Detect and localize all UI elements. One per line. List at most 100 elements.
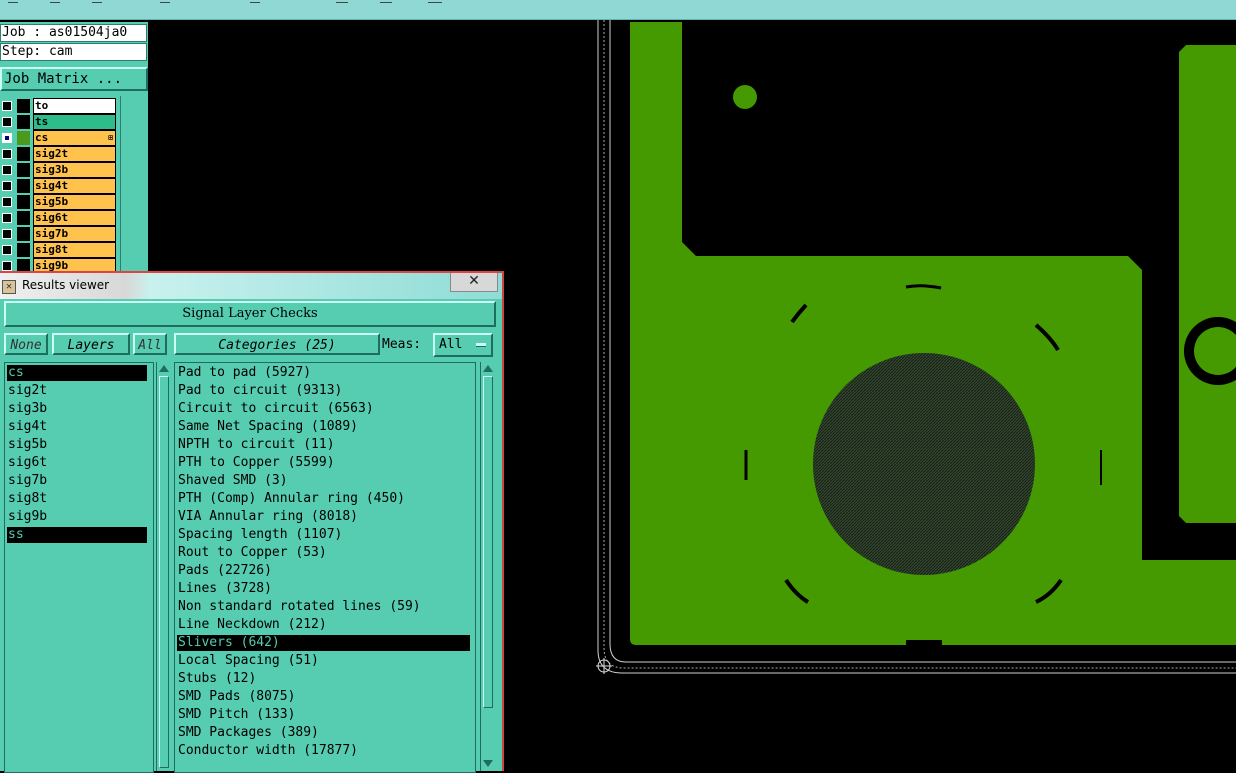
category-item[interactable]: SMD Pitch (133) (177, 707, 470, 723)
layer-color-swatch[interactable] (17, 147, 30, 161)
layer-row-sig8t[interactable]: sig8t (0, 242, 118, 258)
layer-color-swatch[interactable] (17, 195, 30, 209)
layer-checkbox[interactable] (2, 101, 12, 111)
category-item[interactable]: Line Neckdown (212) (177, 617, 470, 633)
layer-color-swatch[interactable] (17, 115, 30, 129)
category-item[interactable]: Stubs (12) (177, 671, 470, 687)
scroll-up-icon[interactable] (159, 365, 169, 372)
layer-item[interactable]: sig3b (7, 401, 147, 417)
close-button[interactable]: ✕ (450, 273, 498, 292)
layer-row-sig3b[interactable]: sig3b (0, 162, 118, 178)
category-item[interactable]: Pad to pad (5927) (177, 365, 470, 381)
layer-item[interactable]: ss (7, 527, 147, 543)
layer-name[interactable]: to (33, 98, 116, 114)
layer-checkbox[interactable] (2, 133, 12, 143)
layer-item[interactable]: sig5b (7, 437, 147, 453)
layer-row-sig5b[interactable]: sig5b (0, 194, 118, 210)
layer-item[interactable]: sig8t (7, 491, 147, 507)
layer-name[interactable]: cs ⊞ (33, 130, 116, 146)
job-matrix-button[interactable]: Job Matrix ... (0, 67, 148, 91)
layer-item[interactable]: cs (7, 365, 147, 381)
layer-name[interactable]: sig6t (33, 210, 116, 226)
none-button[interactable]: None (4, 333, 48, 355)
board-canvas[interactable] (596, 20, 1236, 771)
layer-color-swatch[interactable] (17, 131, 30, 145)
layer-item[interactable]: sig6t (7, 455, 147, 471)
title-bar[interactable]: ✕ Results viewer ✕ (0, 271, 502, 299)
layer-checkbox[interactable] (2, 149, 12, 159)
layer-row-sig2t[interactable]: sig2t (0, 146, 118, 162)
layer-color-swatch[interactable] (17, 211, 30, 225)
menu-underline (92, 2, 102, 3)
category-item[interactable]: Spacing length (1107) (177, 527, 470, 543)
layer-items-list[interactable]: cs sig2t sig3b sig4t sig5b sig6t sig7b sig8t sig… (4, 362, 154, 773)
layer-checkbox[interactable] (2, 229, 12, 239)
all-button[interactable]: All (133, 333, 167, 355)
layer-checkbox[interactable] (2, 245, 12, 255)
category-item[interactable]: Circuit to circuit (6563) (177, 401, 470, 417)
categories-list[interactable]: Pad to pad (5927) Pad to circuit (9313) Ci… (174, 362, 476, 773)
layer-checkbox[interactable] (2, 197, 12, 207)
category-item[interactable]: PTH to Copper (5599) (177, 455, 470, 471)
layer-row-sig6t[interactable]: sig6t (0, 210, 118, 226)
layer-color-swatch[interactable] (17, 179, 30, 193)
layer-row-sig4t[interactable]: sig4t (0, 178, 118, 194)
category-item[interactable]: Pad to circuit (9313) (177, 383, 470, 399)
menu-bar[interactable] (0, 0, 1236, 20)
layer-name[interactable]: sig8t (33, 242, 116, 258)
category-item[interactable]: Conductor width (17877) (177, 743, 470, 759)
category-item[interactable]: Non standard rotated lines (59) (177, 599, 470, 615)
category-item[interactable]: Rout to Copper (53) (177, 545, 470, 561)
layer-row-sig7b[interactable]: sig7b (0, 226, 118, 242)
layer-color-swatch[interactable] (17, 243, 30, 257)
layer-row-to[interactable]: to (0, 98, 118, 114)
layer-row-ts[interactable]: ts (0, 114, 118, 130)
categories-scrollbar[interactable] (480, 362, 495, 771)
menu-underline (8, 2, 18, 3)
layer-checkbox[interactable] (2, 165, 12, 175)
layer-item[interactable]: sig9b (7, 509, 147, 525)
layer-checkbox[interactable] (2, 213, 12, 223)
category-item[interactable]: SMD Packages (389) (177, 725, 470, 741)
category-item[interactable]: Shaved SMD (3) (177, 473, 470, 489)
categories-button[interactable]: Categories (25) (174, 333, 380, 355)
category-item[interactable]: VIA Annular ring (8018) (177, 509, 470, 525)
layer-name[interactable]: sig3b (33, 162, 116, 178)
layer-row-cs[interactable]: cs ⊞ (0, 130, 118, 146)
layer-list-scrollbar[interactable] (120, 96, 147, 282)
scroll-thumb[interactable] (159, 376, 169, 768)
option-menu-indicator-icon (476, 343, 486, 347)
category-item[interactable]: SMD Pads (8075) (177, 689, 470, 705)
layer-color-swatch[interactable] (17, 99, 30, 113)
meas-value: All (439, 337, 463, 352)
layer-item[interactable]: sig4t (7, 419, 147, 435)
layer-active-icon: ⊞ (108, 133, 113, 142)
scroll-up-icon[interactable] (483, 365, 493, 372)
check-set-title: Signal Layer Checks (4, 301, 496, 327)
layer-checkbox[interactable] (2, 181, 12, 191)
app-icon: ✕ (2, 280, 16, 294)
layer-item[interactable]: sig7b (7, 473, 147, 489)
category-item[interactable]: PTH (Comp) Annular ring (450) (177, 491, 470, 507)
layer-name[interactable]: sig2t (33, 146, 116, 162)
category-item[interactable]: Slivers (642) (177, 635, 470, 651)
layer-name[interactable]: sig7b (33, 226, 116, 242)
meas-option-menu[interactable]: All (433, 333, 493, 357)
category-item[interactable]: Local Spacing (51) (177, 653, 470, 669)
layer-color-swatch[interactable] (17, 227, 30, 241)
layer-name[interactable]: sig4t (33, 178, 116, 194)
layer-item[interactable]: sig2t (7, 383, 147, 399)
category-item[interactable]: Same Net Spacing (1089) (177, 419, 470, 435)
layer-name[interactable]: ts (33, 114, 116, 130)
category-item[interactable]: Pads (22726) (177, 563, 470, 579)
layer-checkbox[interactable] (2, 117, 12, 127)
category-item[interactable]: Lines (3728) (177, 581, 470, 597)
layer-items-scrollbar[interactable] (156, 362, 171, 771)
category-item[interactable]: NPTH to circuit (11) (177, 437, 470, 453)
layers-button[interactable]: Layers (52, 333, 130, 355)
layer-checkbox[interactable] (2, 261, 12, 271)
layer-name[interactable]: sig5b (33, 194, 116, 210)
scroll-down-icon[interactable] (483, 760, 493, 767)
scroll-thumb[interactable] (483, 376, 493, 708)
layer-color-swatch[interactable] (17, 163, 30, 177)
